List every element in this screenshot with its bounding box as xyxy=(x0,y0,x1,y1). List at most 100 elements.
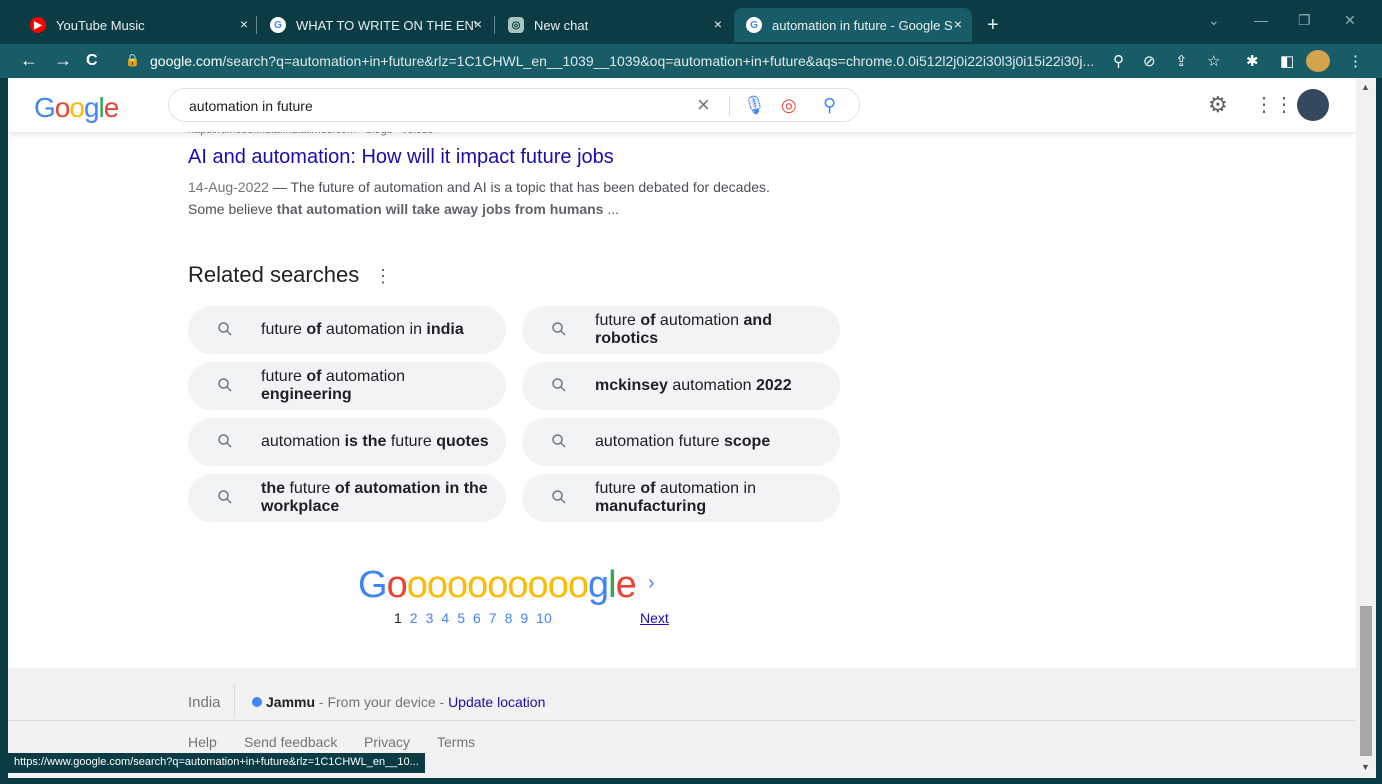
tab-google-search[interactable]: G automation in future - Google Se × xyxy=(734,8,972,42)
scrollbar-thumb[interactable] xyxy=(1360,606,1372,756)
chip-text-segment: future xyxy=(386,433,437,450)
related-search-chip[interactable]: mckinsey automation 2022 xyxy=(522,362,840,410)
tab-search-icon[interactable]: ⌄ xyxy=(1208,12,1220,29)
menu-kebab-icon[interactable]: ⋮ xyxy=(1348,52,1363,70)
profile-avatar-icon[interactable] xyxy=(1306,50,1330,72)
bookmark-star-icon[interactable]: ☆ xyxy=(1207,52,1220,70)
tab-youtube-music[interactable]: ▶ YouTube Music × xyxy=(18,8,258,42)
page-numbers: 1 2 3 4 5 6 7 8 9 10 xyxy=(394,610,560,626)
related-search-chip[interactable]: automation is the future quotes xyxy=(188,418,506,466)
chip-text-segment: india xyxy=(426,321,464,338)
side-panel-icon[interactable]: ◧ xyxy=(1280,52,1294,70)
update-location-link[interactable]: Update location xyxy=(448,694,545,710)
chip-text-segment: mckinsey xyxy=(595,377,668,394)
settings-gear-icon[interactable]: ⚙ xyxy=(1208,92,1228,118)
footer-terms-link[interactable]: Terms xyxy=(437,734,475,750)
page-number-link[interactable]: 8 xyxy=(505,610,513,626)
minimize-button[interactable]: — xyxy=(1254,12,1268,28)
footer-help-link[interactable]: Help xyxy=(188,734,217,750)
chip-text-segment: of xyxy=(640,312,656,329)
restore-button[interactable]: ❐ xyxy=(1298,12,1311,29)
related-search-chip[interactable]: automation future scope xyxy=(522,418,840,466)
scroll-up-icon[interactable]: ▲ xyxy=(1361,82,1370,92)
tab-title: automation in future - Google Se xyxy=(772,17,952,33)
page-number-link[interactable]: 5 xyxy=(457,610,465,626)
page-number-link[interactable]: 3 xyxy=(426,610,434,626)
tab-envelope[interactable]: G WHAT TO WRITE ON THE ENVELO × xyxy=(258,8,492,42)
close-tab-icon[interactable]: × xyxy=(474,16,482,32)
tab-new-chat[interactable]: ◎ New chat × xyxy=(496,8,732,42)
page-number-link[interactable]: 6 xyxy=(473,610,481,626)
page-number-link[interactable]: 2 xyxy=(410,610,418,626)
search-icon xyxy=(218,322,232,336)
voice-search-icon[interactable]: 🎙 xyxy=(743,95,766,116)
close-window-button[interactable]: ✕ xyxy=(1344,12,1356,29)
page-number-link[interactable]: 7 xyxy=(489,610,497,626)
related-search-text: future of automation in manufacturing xyxy=(595,480,826,516)
snippet-bold: that automation will take away jobs from… xyxy=(276,201,604,217)
chip-text-segment: the xyxy=(261,480,285,497)
logo-gle: gle xyxy=(588,564,637,606)
related-search-chip[interactable]: future of automation and robotics xyxy=(522,306,840,354)
footer-location: Jammu - From your device - Update locati… xyxy=(252,694,545,710)
google-icon: G xyxy=(270,17,286,33)
snippet-ellipsis: ... xyxy=(603,201,620,217)
result-title-link[interactable]: AI and automation: How will it impact fu… xyxy=(188,146,614,169)
page-number-link[interactable]: 10 xyxy=(536,610,552,626)
scrollbar[interactable]: ▲ ▼ xyxy=(1356,78,1376,778)
logo-g: G xyxy=(358,564,388,606)
search-input[interactable]: automation in future xyxy=(189,98,313,114)
search-box[interactable]: automation in future × 🎙 ◎ ⚲ xyxy=(168,88,860,122)
close-tab-icon[interactable]: × xyxy=(954,16,962,32)
extensions-icon[interactable]: ✱ xyxy=(1246,52,1259,70)
address-bar[interactable]: google.com/search?q=automation+in+future… xyxy=(150,49,1100,73)
result-snippet: 14-Aug-2022 — The future of automation a… xyxy=(188,176,808,220)
forward-button[interactable]: → xyxy=(54,50,72,71)
chip-text-segment: automation in xyxy=(321,321,427,338)
related-search-chip[interactable]: future of automation in india xyxy=(188,306,506,354)
logo-letter: e xyxy=(615,564,637,606)
clear-search-icon[interactable]: × xyxy=(697,92,710,118)
footer-feedback-link[interactable]: Send feedback xyxy=(244,734,337,750)
page-number-link[interactable]: 4 xyxy=(441,610,449,626)
close-tab-icon[interactable]: × xyxy=(240,16,248,32)
footer-privacy-link[interactable]: Privacy xyxy=(364,734,410,750)
related-search-text: automation is the future quotes xyxy=(261,433,492,451)
lens-search-icon[interactable]: ◎ xyxy=(781,95,797,116)
location-icon[interactable]: ⚲ xyxy=(1113,52,1124,70)
next-page-link[interactable]: Next xyxy=(640,610,669,626)
more-options-icon[interactable]: ⋮ xyxy=(374,266,392,287)
youtube-music-icon: ▶ xyxy=(30,17,46,33)
from-device-text[interactable]: - From your device - xyxy=(315,694,448,710)
tracking-off-icon[interactable]: ⊘ xyxy=(1143,52,1156,70)
related-search-chip[interactable]: future of automation in manufacturing xyxy=(522,474,840,522)
account-avatar[interactable] xyxy=(1297,89,1329,121)
next-arrow-icon[interactable]: › xyxy=(648,572,655,595)
close-tab-icon[interactable]: × xyxy=(714,16,722,32)
search-icon xyxy=(552,434,566,448)
chip-text-segment: quotes xyxy=(436,433,489,450)
logo-letter: o xyxy=(426,564,448,606)
tab-title: YouTube Music xyxy=(56,17,145,33)
search-icon[interactable]: ⚲ xyxy=(823,95,836,116)
chip-text-segment: scope xyxy=(723,433,771,450)
logo-letter: o xyxy=(386,564,408,606)
search-icon xyxy=(218,490,232,504)
share-icon[interactable]: ⇪ xyxy=(1175,52,1188,70)
search-icon xyxy=(218,378,232,392)
apps-grid-icon[interactable]: ⋮⋮ xyxy=(1254,92,1294,117)
new-tab-button[interactable]: + xyxy=(987,14,999,37)
reload-button[interactable]: C xyxy=(86,52,98,70)
logo-letter: o xyxy=(527,564,549,606)
related-search-chip[interactable]: the future of automation in the workplac… xyxy=(188,474,506,522)
scroll-down-icon[interactable]: ▼ xyxy=(1361,762,1370,772)
location-name: Jammu xyxy=(266,694,316,710)
back-button[interactable]: ← xyxy=(20,50,38,71)
related-search-chip[interactable]: future of automation engineering xyxy=(188,362,506,410)
chip-text-segment: automation xyxy=(667,377,756,394)
footer-line xyxy=(8,720,1356,721)
page-number-link[interactable]: 9 xyxy=(520,610,528,626)
logo-letter: o xyxy=(446,564,468,606)
location-dot-icon xyxy=(252,697,262,707)
google-logo[interactable]: Google xyxy=(34,92,119,124)
